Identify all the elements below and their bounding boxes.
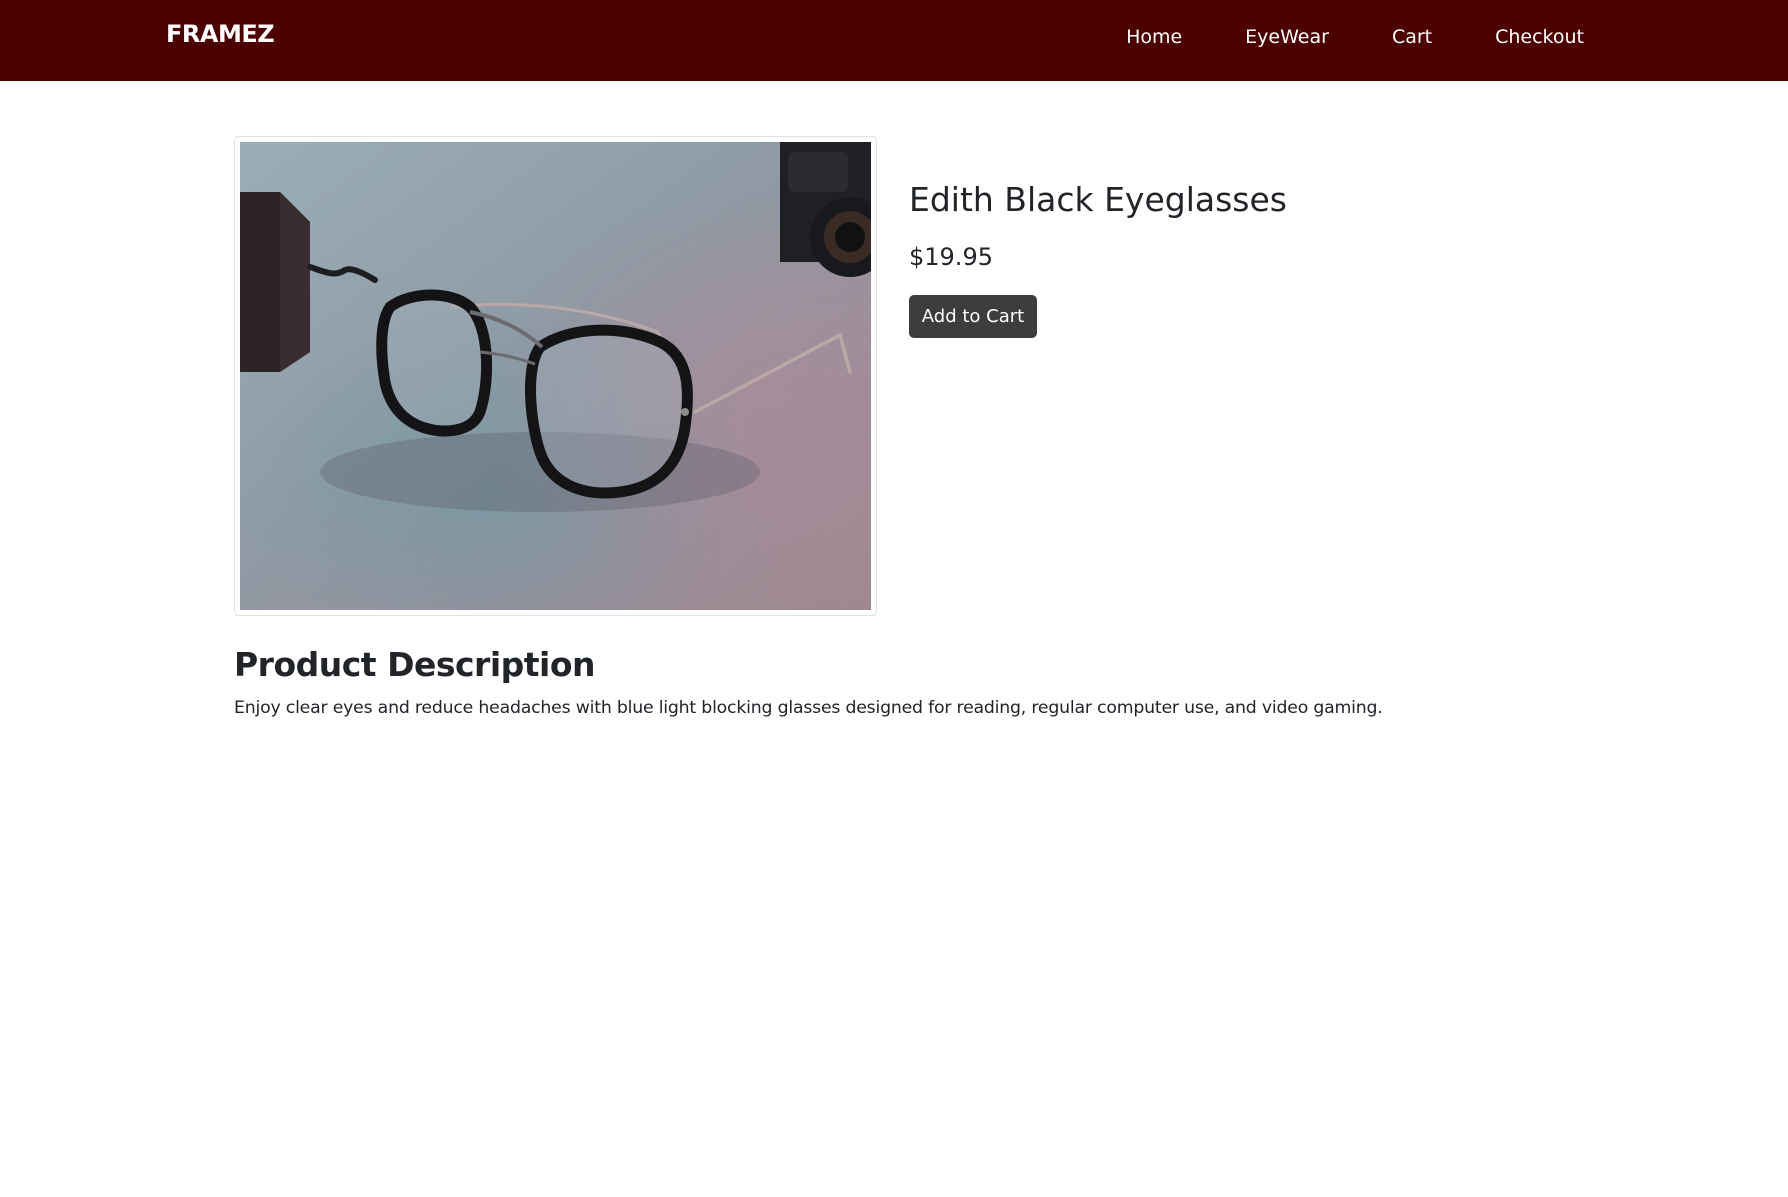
nav-link-home[interactable]: Home	[1126, 26, 1182, 48]
nav-link-checkout[interactable]: Checkout	[1495, 26, 1584, 48]
add-to-cart-button[interactable]: Add to Cart	[909, 295, 1037, 338]
product-image	[240, 142, 871, 610]
top-navbar: FRAMEZ Home EyeWear Cart Checkout	[0, 0, 1788, 81]
description-heading: Product Description	[234, 645, 596, 684]
nav-link-cart[interactable]: Cart	[1392, 26, 1432, 48]
brand-logo[interactable]: FRAMEZ	[166, 20, 275, 48]
nav-link-eyewear[interactable]: EyeWear	[1245, 26, 1329, 48]
product-title: Edith Black Eyeglasses	[909, 180, 1287, 219]
product-image-frame	[234, 136, 877, 616]
nav-links: Home EyeWear Cart Checkout	[1063, 26, 1584, 48]
description-text: Enjoy clear eyes and reduce headaches wi…	[234, 698, 1383, 718]
product-price: $19.95	[909, 243, 993, 271]
